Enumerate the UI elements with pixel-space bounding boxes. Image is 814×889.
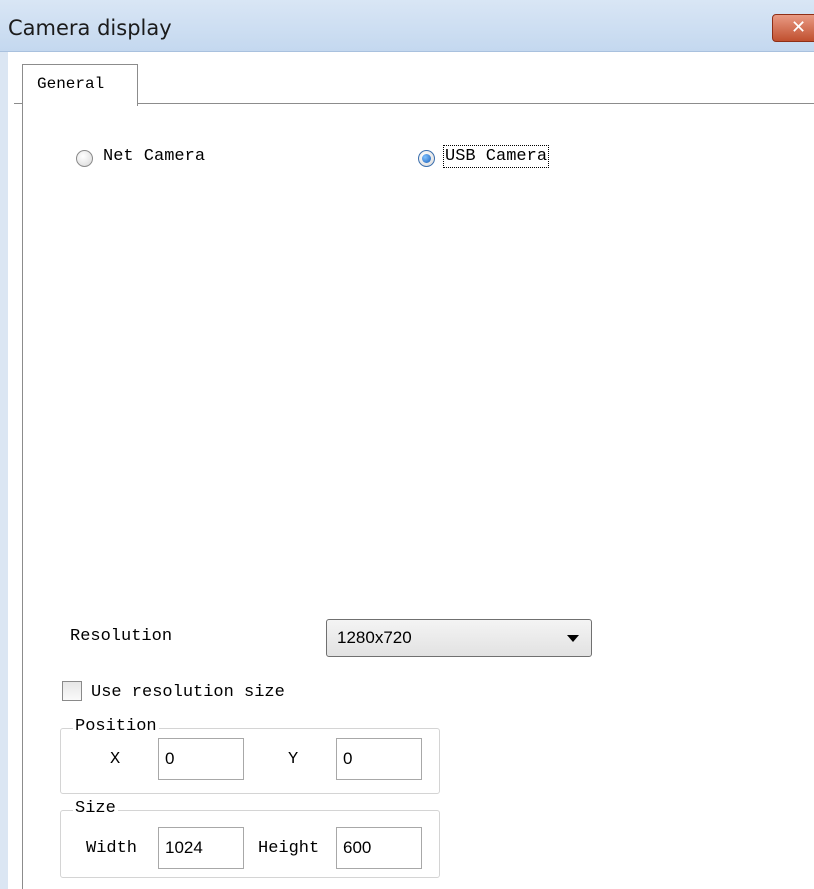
title-bar: Camera display ✕ (0, 0, 814, 52)
chevron-down-icon (567, 635, 579, 642)
use-resolution-size-checkbox[interactable] (62, 681, 82, 701)
size-width-label: Width (86, 839, 138, 858)
position-y-value: 0 (343, 749, 353, 768)
resolution-value: 1280x720 (337, 628, 412, 647)
size-height-value: 600 (343, 838, 372, 857)
size-width-value: 1024 (165, 838, 203, 857)
tab-panel-border (22, 104, 23, 889)
window-title: Camera display (8, 16, 172, 40)
tab-general[interactable]: General (22, 64, 138, 106)
position-x-input[interactable]: 0 (158, 738, 244, 780)
close-button[interactable]: ✕ (772, 14, 814, 42)
use-resolution-size-label[interactable]: Use resolution size (91, 683, 285, 702)
size-height-label: Height (258, 839, 320, 858)
usb-camera-radio[interactable] (418, 150, 435, 167)
position-x-label: X (110, 750, 121, 769)
resolution-label: Resolution (70, 627, 173, 646)
close-icon: ✕ (791, 17, 807, 38)
usb-camera-label[interactable]: USB Camera (442, 145, 550, 168)
tab-general-label: General (37, 75, 105, 93)
size-height-input[interactable]: 600 (336, 827, 422, 869)
net-camera-label[interactable]: Net Camera (103, 147, 205, 166)
radio-selected-dot (422, 154, 431, 163)
position-group-title: Position (73, 717, 159, 736)
window-left-border (0, 52, 8, 889)
size-group-title: Size (73, 799, 118, 818)
position-y-input[interactable]: 0 (336, 738, 422, 780)
position-y-label: Y (288, 750, 299, 769)
size-width-input[interactable]: 1024 (158, 827, 244, 869)
net-camera-radio[interactable] (76, 150, 93, 167)
resolution-dropdown[interactable]: 1280x720 (326, 619, 592, 657)
position-x-value: 0 (165, 749, 175, 768)
